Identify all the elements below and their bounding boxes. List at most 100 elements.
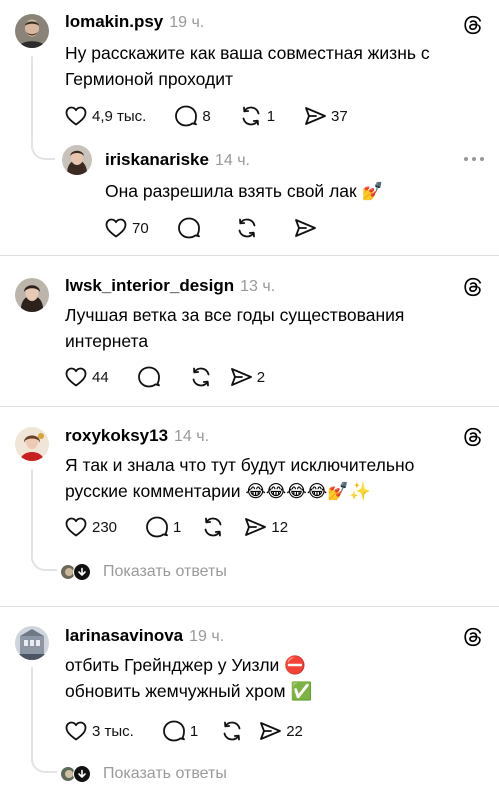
threads-logo-icon[interactable]: [462, 14, 484, 36]
heart-icon: [64, 365, 88, 389]
post-text-line: Лучшая ветка за все годы существования: [65, 305, 405, 325]
username[interactable]: roxykoksy13 14 ч.: [65, 426, 209, 446]
thread-connector: [31, 140, 55, 160]
thread-connector: [31, 555, 57, 571]
share-button[interactable]: [293, 216, 317, 240]
username[interactable]: lomakin.psy 19 ч.: [65, 12, 204, 32]
share-count: 22: [286, 722, 303, 740]
comment-icon: [137, 365, 161, 389]
avatar[interactable]: [15, 278, 49, 312]
action-bar: 3 тыс. 1 22: [64, 719, 331, 743]
timestamp: 14 ч.: [214, 152, 250, 169]
action-bar: 4,9 тыс. 8 1 37: [64, 104, 376, 128]
show-replies-label: Показать ответы: [103, 563, 227, 580]
repost-button[interactable]: [220, 719, 244, 743]
like-count: 4,9 тыс.: [92, 107, 147, 125]
reply-username[interactable]: iriskanariske 14 ч.: [105, 150, 250, 170]
action-bar: 44 2: [64, 365, 293, 389]
like-button[interactable]: 44: [64, 365, 109, 389]
heart-icon: [64, 719, 88, 743]
share-count: 12: [271, 518, 289, 536]
avatar[interactable]: [15, 626, 49, 660]
like-button[interactable]: 230: [64, 515, 117, 539]
reply-text: Она разрешила взять свой лак 💅: [105, 181, 384, 201]
post-lomakin: lomakin.psy 19 ч. Ну расскажите как ваша …: [0, 0, 499, 255]
reply-avatar[interactable]: [62, 145, 92, 175]
reply-avatars: [60, 765, 91, 783]
share-count: 2: [256, 368, 266, 386]
share-button[interactable]: 12: [243, 515, 288, 539]
like-button[interactable]: 70: [104, 216, 149, 240]
post-text-line: Я так и знала что тут будут исключительн…: [65, 455, 415, 475]
post-text-line: русские комментарии 😂😂😂😂💅✨: [65, 481, 371, 501]
share-icon: [303, 104, 327, 128]
repost-icon: [189, 365, 213, 389]
threads-logo-icon[interactable]: [462, 276, 484, 298]
arrow-down-icon: [73, 563, 91, 581]
comment-icon: [162, 719, 186, 743]
comment-icon: [177, 216, 201, 240]
show-replies-button[interactable]: Показать ответы: [60, 563, 227, 581]
post-text-line: Гермионой проходит: [65, 69, 233, 89]
like-count: 230: [92, 518, 118, 536]
thread-connector: [31, 757, 57, 773]
heart-icon: [64, 515, 88, 539]
share-icon: [258, 719, 282, 743]
threads-logo-icon[interactable]: [462, 626, 484, 648]
avatar[interactable]: [15, 14, 49, 48]
post-text: Ну расскажите как ваша совместная жизнь …: [65, 40, 430, 92]
post-text-line: интернета: [65, 331, 149, 351]
like-count: 70: [132, 219, 149, 237]
post-text: Я так и знала что тут будут исключительн…: [65, 452, 414, 504]
share-icon: [243, 515, 267, 539]
reply-count: 1: [173, 518, 182, 536]
post-text-line: отбить Грейнджер у Уизли ⛔: [65, 655, 306, 675]
repost-count: 1: [266, 107, 276, 125]
repost-icon: [239, 104, 263, 128]
reply-count: 8: [202, 107, 211, 125]
reply-button[interactable]: 1: [162, 719, 198, 743]
heart-icon: [64, 104, 88, 128]
share-button[interactable]: 22: [258, 719, 303, 743]
repost-button[interactable]: [235, 216, 259, 240]
comment-icon: [145, 515, 169, 539]
repost-button[interactable]: [189, 365, 213, 389]
reply-avatars: [60, 563, 91, 581]
threads-logo-icon[interactable]: [462, 426, 484, 448]
repost-button[interactable]: [201, 515, 225, 539]
reply-button[interactable]: [137, 365, 161, 389]
reply-button[interactable]: 1: [145, 515, 181, 539]
like-button[interactable]: 4,9 тыс.: [64, 104, 146, 128]
like-button[interactable]: 3 тыс.: [64, 719, 134, 743]
share-icon: [293, 216, 317, 240]
repost-button[interactable]: 1: [239, 104, 275, 128]
timestamp: 14 ч.: [174, 428, 210, 445]
post-roxykoksy: roxykoksy13 14 ч. Я так и знала что тут б…: [0, 407, 499, 607]
username[interactable]: lwsk_interior_design 13 ч.: [65, 276, 275, 296]
post-text: отбить Грейнджер у Уизли ⛔ обновить жемч…: [65, 652, 312, 704]
reply-count: 1: [189, 722, 199, 740]
reply-button[interactable]: [177, 216, 201, 240]
avatar[interactable]: [15, 427, 49, 461]
share-icon: [229, 365, 253, 389]
show-replies-label: Показать ответы: [103, 765, 227, 782]
thread-line: [31, 667, 33, 763]
more-icon[interactable]: [463, 156, 485, 162]
show-replies-button[interactable]: Показать ответы: [60, 765, 227, 783]
repost-icon: [235, 216, 259, 240]
action-bar: 230 1 12: [64, 515, 316, 539]
share-button[interactable]: 2: [229, 365, 265, 389]
post-text: Лучшая ветка за все годы существования и…: [65, 302, 404, 354]
reply-button[interactable]: 8: [174, 104, 211, 128]
post-text-line: обновить жемчужный хром ✅: [65, 681, 313, 701]
timestamp: 13 ч.: [240, 278, 276, 295]
timestamp: 19 ч.: [189, 628, 225, 645]
timestamp: 19 ч.: [169, 14, 205, 31]
post-text-line: Ну расскажите как ваша совместная жизнь …: [65, 43, 430, 63]
username[interactable]: larinasavinova 19 ч.: [65, 626, 224, 646]
arrow-down-icon: [73, 765, 91, 783]
repost-icon: [220, 719, 244, 743]
like-count: 44: [92, 368, 109, 386]
share-button[interactable]: 37: [303, 104, 348, 128]
share-count: 37: [331, 107, 348, 125]
